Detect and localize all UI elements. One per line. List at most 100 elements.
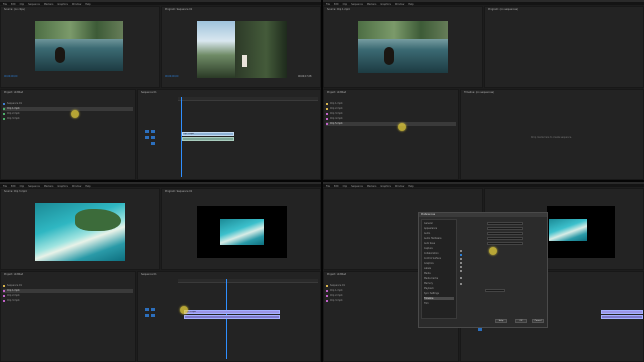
bin-icon: [326, 102, 328, 105]
category-item[interactable]: Media Cache: [424, 277, 454, 280]
program-monitor: Program: Sequence 01: [161, 188, 321, 270]
timeline-audio-clip[interactable]: [182, 137, 234, 141]
timeline-clip[interactable]: Clip 1.mp4: [182, 132, 234, 136]
source-tab[interactable]: Source: Clip 1.mp4: [327, 8, 350, 11]
category-item[interactable]: Sync Settings: [424, 292, 454, 295]
project-row[interactable]: Clip 4.mp4: [326, 117, 456, 121]
program-tab[interactable]: Program: Sequence 01: [165, 8, 192, 11]
option-checkbox[interactable]: [460, 270, 462, 272]
track-a1-button[interactable]: [145, 314, 149, 317]
option-checkbox[interactable]: [460, 250, 462, 252]
quadrant-top-left: File Edit Clip Sequence Markers Graphics…: [0, 0, 321, 180]
project-row[interactable]: Clip 2.mp4: [3, 112, 133, 116]
ok-button[interactable]: OK: [515, 319, 527, 323]
program-tab[interactable]: Program: Sequence 01: [165, 190, 192, 193]
program-timecode-left[interactable]: 00;00;00;00: [165, 75, 178, 78]
project-row[interactable]: Sequence 01: [3, 284, 133, 288]
project-row[interactable]: Sequence 01: [3, 102, 133, 106]
program-monitor: Program: Sequence 01 00;00;00;00 00;00;1…: [161, 6, 321, 88]
timeline-clip[interactable]: [601, 310, 643, 314]
setting-field[interactable]: [487, 222, 523, 225]
track-a2-toggle[interactable]: [151, 142, 155, 145]
category-item[interactable]: Trim: [424, 302, 454, 305]
setting-field[interactable]: [487, 232, 523, 235]
timeline-tab[interactable]: Sequence 01: [141, 273, 157, 276]
timeline-tab[interactable]: Sequence 01: [141, 91, 157, 94]
project-row[interactable]: Clip 1.mp4: [3, 107, 133, 111]
project-tab[interactable]: Project: Untitled: [327, 273, 346, 276]
category-item[interactable]: General: [424, 222, 454, 225]
project-row[interactable]: Clip 2.mp4: [326, 107, 456, 111]
category-item[interactable]: Control Surface: [424, 257, 454, 260]
project-tab[interactable]: Project: Untitled: [4, 91, 23, 94]
option-checkbox[interactable]: [460, 262, 462, 264]
project-row[interactable]: Clip 1.mp4: [3, 289, 133, 293]
setting-field[interactable]: [487, 237, 523, 240]
project-row[interactable]: Clip 2.mp4: [3, 294, 133, 298]
project-panel: Project: Untitled Sequence 01 Clip 1.mp4…: [0, 271, 136, 362]
source-tab[interactable]: Source: (no clips): [4, 8, 25, 11]
time-ruler[interactable]: [178, 97, 318, 101]
project-row[interactable]: Clip 1.mp4: [326, 102, 456, 106]
option-checkbox[interactable]: [460, 266, 462, 268]
program-tab[interactable]: Program: (no sequences): [488, 8, 518, 11]
category-item[interactable]: Appearance: [424, 227, 454, 230]
category-item[interactable]: Capture: [424, 247, 454, 250]
track-v1-toggle[interactable]: [151, 130, 155, 133]
clip-icon: [3, 294, 5, 297]
bin-icon: [326, 107, 328, 110]
playhead[interactable]: [226, 279, 227, 359]
project-panel: Project: Untitled Sequence 01 Clip 1.mp4…: [0, 89, 136, 180]
option-checkbox[interactable]: [460, 258, 462, 260]
source-timecode[interactable]: 00;00;00;00: [4, 75, 17, 78]
category-item[interactable]: Audio Hardware: [424, 237, 454, 240]
category-item[interactable]: Playback: [424, 287, 454, 290]
track-a1-toggle[interactable]: [151, 314, 155, 317]
quadrant-bottom-right: File Edit Clip Sequence Markers Graphics…: [323, 182, 644, 362]
option-checkbox[interactable]: [460, 277, 462, 279]
clip-icon: [326, 294, 328, 297]
category-item-selected[interactable]: Timeline: [424, 297, 454, 300]
track-button[interactable]: [478, 328, 482, 331]
project-row[interactable]: Clip 3.mp4: [326, 112, 456, 116]
project-tab[interactable]: Project: Untitled: [4, 273, 23, 276]
timeline-clip[interactable]: Clip 3.mp4: [184, 310, 280, 314]
sequence-icon: [326, 284, 328, 287]
category-item[interactable]: Auto Save: [424, 242, 454, 245]
timeline-tab[interactable]: Timeline: (no sequences): [464, 91, 494, 94]
source-video-frame: [35, 21, 123, 71]
category-item[interactable]: Collaboration: [424, 252, 454, 255]
cursor-highlight: [71, 110, 79, 118]
menu-bar: File Edit Clip Sequence Markers Graphics…: [0, 2, 321, 6]
menu-bar: File Edit Clip Sequence Markers Graphics…: [0, 184, 321, 188]
quadrant-bottom-left: File Edit Clip Sequence Markers Graphics…: [0, 182, 321, 362]
timeline-panel: Timeline: (no sequences) Drop media here…: [460, 89, 644, 180]
clip-icon: [326, 299, 328, 302]
project-row[interactable]: Clip 5.mp4: [326, 122, 456, 126]
project-row[interactable]: Clip 3.mp4: [3, 117, 133, 121]
track-a1-toggle[interactable]: [151, 136, 155, 139]
cancel-button[interactable]: Cancel: [532, 319, 544, 323]
category-item[interactable]: Labels: [424, 267, 454, 270]
setting-field[interactable]: [485, 289, 505, 292]
option-checkbox-checked[interactable]: [460, 254, 462, 256]
project-row[interactable]: Clip 3.mp4: [3, 299, 133, 303]
help-button[interactable]: Help: [495, 319, 507, 323]
timeline-clip-lower[interactable]: [601, 315, 643, 319]
track-v1-button[interactable]: [145, 308, 149, 311]
timeline-clip-lower[interactable]: [184, 315, 280, 319]
time-ruler[interactable]: [178, 279, 318, 283]
category-item[interactable]: Graphics: [424, 262, 454, 265]
setting-field[interactable]: [487, 242, 523, 245]
category-item[interactable]: Memory: [424, 282, 454, 285]
setting-field[interactable]: [487, 227, 523, 230]
menu-bar: File Edit Clip Sequence Markers Graphics…: [323, 2, 644, 6]
project-tab[interactable]: Project: Untitled: [327, 91, 346, 94]
track-v1-toggle[interactable]: [151, 308, 155, 311]
source-tab[interactable]: Source: Clip 3.mp4: [4, 190, 27, 193]
track-v1-button[interactable]: [145, 130, 149, 133]
category-item[interactable]: Media: [424, 272, 454, 275]
option-checkbox[interactable]: [460, 283, 462, 285]
category-item[interactable]: Audio: [424, 232, 454, 235]
track-a1-button[interactable]: [145, 136, 149, 139]
